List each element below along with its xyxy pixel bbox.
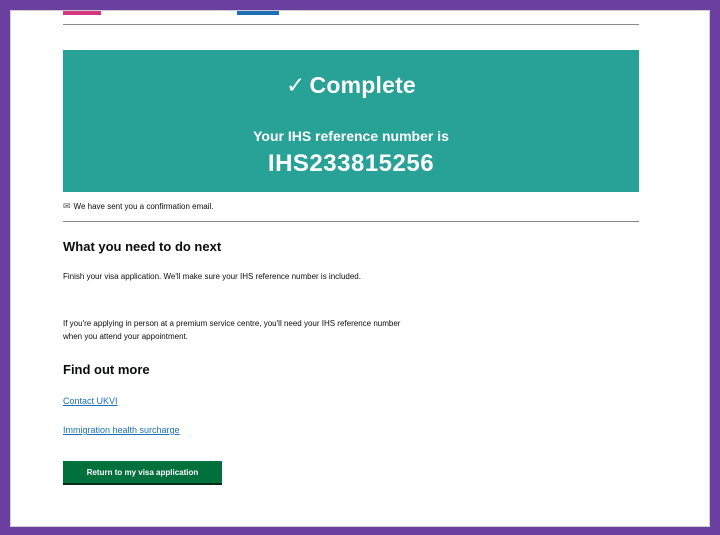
header-remnant (63, 11, 283, 17)
panel-title-text: Complete (309, 72, 416, 98)
find-out-more-heading: Find out more (63, 362, 150, 377)
mail-icon: ✉ (63, 201, 71, 211)
email-notice: ✉ We have sent you a confirmation email. (63, 201, 213, 212)
divider (63, 221, 639, 222)
divider (63, 24, 639, 25)
next-steps-paragraph-2: If you're applying in person at a premiu… (63, 319, 401, 341)
panel-title: ✓ Complete (63, 72, 639, 99)
contact-ukvi-link[interactable]: Contact UKVI (63, 396, 118, 406)
email-notice-text: We have sent you a confirmation email. (73, 202, 214, 211)
checkmark-icon: ✓ (286, 72, 306, 98)
panel-subtitle: Your IHS reference number is (253, 128, 449, 144)
return-to-visa-application-button[interactable]: Return to my visa application (63, 461, 222, 483)
next-steps-paragraph-1: Finish your visa application. We'll make… (63, 272, 361, 281)
confirmation-panel: ✓ Complete Your IHS reference number is I… (63, 50, 639, 192)
header-accent-blue (237, 11, 279, 15)
header-accent-pink (63, 11, 101, 15)
immigration-health-surcharge-link[interactable]: Immigration health surcharge (63, 425, 180, 435)
next-steps-heading: What you need to do next (63, 239, 222, 254)
reference-number: IHS233815256 (267, 150, 435, 177)
page: ✓ Complete Your IHS reference number is I… (10, 10, 710, 527)
